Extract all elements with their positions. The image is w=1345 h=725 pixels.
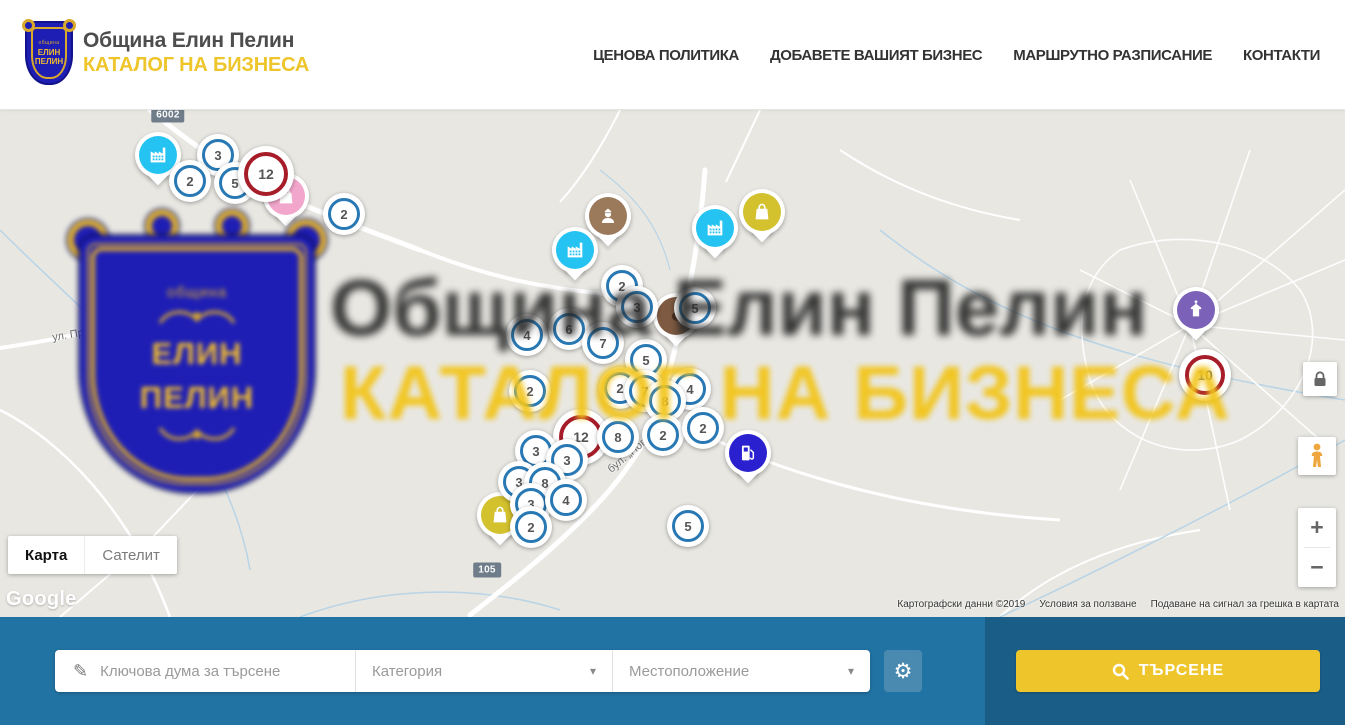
bag-pin[interactable] xyxy=(739,189,785,235)
search-icon xyxy=(1112,663,1129,680)
church-icon xyxy=(1177,291,1215,329)
site-title: Община Елин Пелин xyxy=(83,29,309,53)
factory-icon xyxy=(696,209,734,247)
search-button-label: ТЪРСЕНЕ xyxy=(1139,662,1224,680)
fuel-icon xyxy=(729,434,767,472)
worker-icon xyxy=(589,197,627,235)
map-type-satellite-button[interactable]: Сателит xyxy=(84,536,177,574)
search-section: ✎ Категория ▾ Местоположение ▾ ⚙ ТЪРСЕНЕ xyxy=(0,617,1345,725)
map-cluster[interactable]: 3 xyxy=(616,286,658,328)
map-cluster[interactable]: 7 xyxy=(582,322,624,364)
brand[interactable]: община ЕЛИН ПЕЛИН Община Елин Пелин КАТА… xyxy=(25,21,309,85)
factory-pin[interactable] xyxy=(692,205,738,251)
attribution-copyright: Картографски данни ©2019 xyxy=(897,599,1025,610)
municipality-logo: община ЕЛИН ПЕЛИН xyxy=(25,21,73,85)
pencil-icon: ✎ xyxy=(73,661,88,682)
map-cluster[interactable]: 2 xyxy=(509,370,551,412)
gear-icon: ⚙ xyxy=(894,659,913,684)
lock-button[interactable] xyxy=(1303,362,1337,396)
map-type-map-button[interactable]: Карта xyxy=(8,536,84,574)
street-view-pegman-button[interactable] xyxy=(1298,437,1336,475)
lock-icon xyxy=(1313,371,1327,387)
location-select-value: Местоположение xyxy=(629,663,749,680)
map-cluster[interactable]: 4 xyxy=(506,314,548,356)
nav-add-business[interactable]: ДОБАВЕТЕ ВАШИЯТ БИЗНЕС xyxy=(770,47,982,64)
map-marker-layer: 325122235467522748221283338342510 xyxy=(0,110,1345,617)
pegman-icon xyxy=(1308,443,1326,469)
advanced-settings-button[interactable]: ⚙ xyxy=(884,650,922,692)
attribution-report-link[interactable]: Подаване на сигнал за грешка в картата xyxy=(1151,599,1339,610)
chevron-down-icon: ▾ xyxy=(590,664,596,678)
attribution-terms-link[interactable]: Условия за ползване xyxy=(1039,599,1136,610)
map-attribution: Картографски данни ©2019 Условия за полз… xyxy=(897,599,1339,610)
bag-icon xyxy=(743,193,781,231)
map-cluster[interactable]: 2 xyxy=(682,407,724,449)
zoom-out-button[interactable]: − xyxy=(1298,548,1336,587)
google-logo[interactable]: Google xyxy=(6,588,77,611)
map-type-control: Карта Сателит xyxy=(8,536,177,574)
logo-ornament xyxy=(63,19,76,32)
category-select-value: Категория xyxy=(372,663,442,680)
nav-pricing-policy[interactable]: ЦЕНОВА ПОЛИТИКА xyxy=(593,47,739,64)
keyword-search-input[interactable] xyxy=(100,663,355,680)
category-select[interactable]: Категория ▾ xyxy=(355,650,612,692)
map-cluster[interactable]: 2 xyxy=(510,506,552,548)
header: община ЕЛИН ПЕЛИН Община Елин Пелин КАТА… xyxy=(0,0,1345,110)
map-cluster[interactable]: 5 xyxy=(667,505,709,547)
search-button[interactable]: ТЪРСЕНЕ xyxy=(1016,650,1320,692)
zoom-in-button[interactable]: + xyxy=(1298,508,1336,547)
logo-ornament xyxy=(22,19,35,32)
location-select[interactable]: Местоположение ▾ xyxy=(612,650,870,692)
chevron-down-icon: ▾ xyxy=(848,664,854,678)
map-cluster[interactable]: 12 xyxy=(238,146,294,202)
map-cluster[interactable]: 5 xyxy=(674,287,716,329)
nav-route-schedule[interactable]: МАРШРУТНО РАЗПИСАНИЕ xyxy=(1013,47,1212,64)
nav-contacts[interactable]: КОНТАКТИ xyxy=(1243,47,1320,64)
map-cluster[interactable]: 2 xyxy=(169,160,211,202)
church-pin[interactable] xyxy=(1173,287,1219,333)
keyword-field-wrap: ✎ xyxy=(55,650,355,692)
factory-icon xyxy=(556,231,594,269)
map-cluster[interactable]: 10 xyxy=(1179,349,1231,401)
google-map[interactable]: 325122235467522748221283338342510 община… xyxy=(0,110,1345,617)
map-cluster[interactable]: 8 xyxy=(597,416,639,458)
worker-pin[interactable] xyxy=(585,193,631,239)
map-cluster[interactable]: 2 xyxy=(642,414,684,456)
logo-name-line1: ЕЛИН xyxy=(38,48,60,57)
logo-top-label: община xyxy=(38,40,59,46)
fuel-pin[interactable] xyxy=(725,430,771,476)
search-filter-bar: ✎ Категория ▾ Местоположение ▾ xyxy=(55,650,870,692)
logo-name-line2: ПЕЛИН xyxy=(35,57,63,66)
map-cluster[interactable]: 2 xyxy=(323,193,365,235)
factory-icon xyxy=(139,136,177,174)
map-cluster[interactable]: 4 xyxy=(545,479,587,521)
site-subtitle: КАТАЛОГ НА БИЗНЕСА xyxy=(83,54,309,77)
main-nav: ЦЕНОВА ПОЛИТИКА ДОБАВЕТЕ ВАШИЯТ БИЗНЕС М… xyxy=(593,0,1320,110)
factory-pin[interactable] xyxy=(552,227,598,273)
zoom-control: + − xyxy=(1298,508,1336,587)
